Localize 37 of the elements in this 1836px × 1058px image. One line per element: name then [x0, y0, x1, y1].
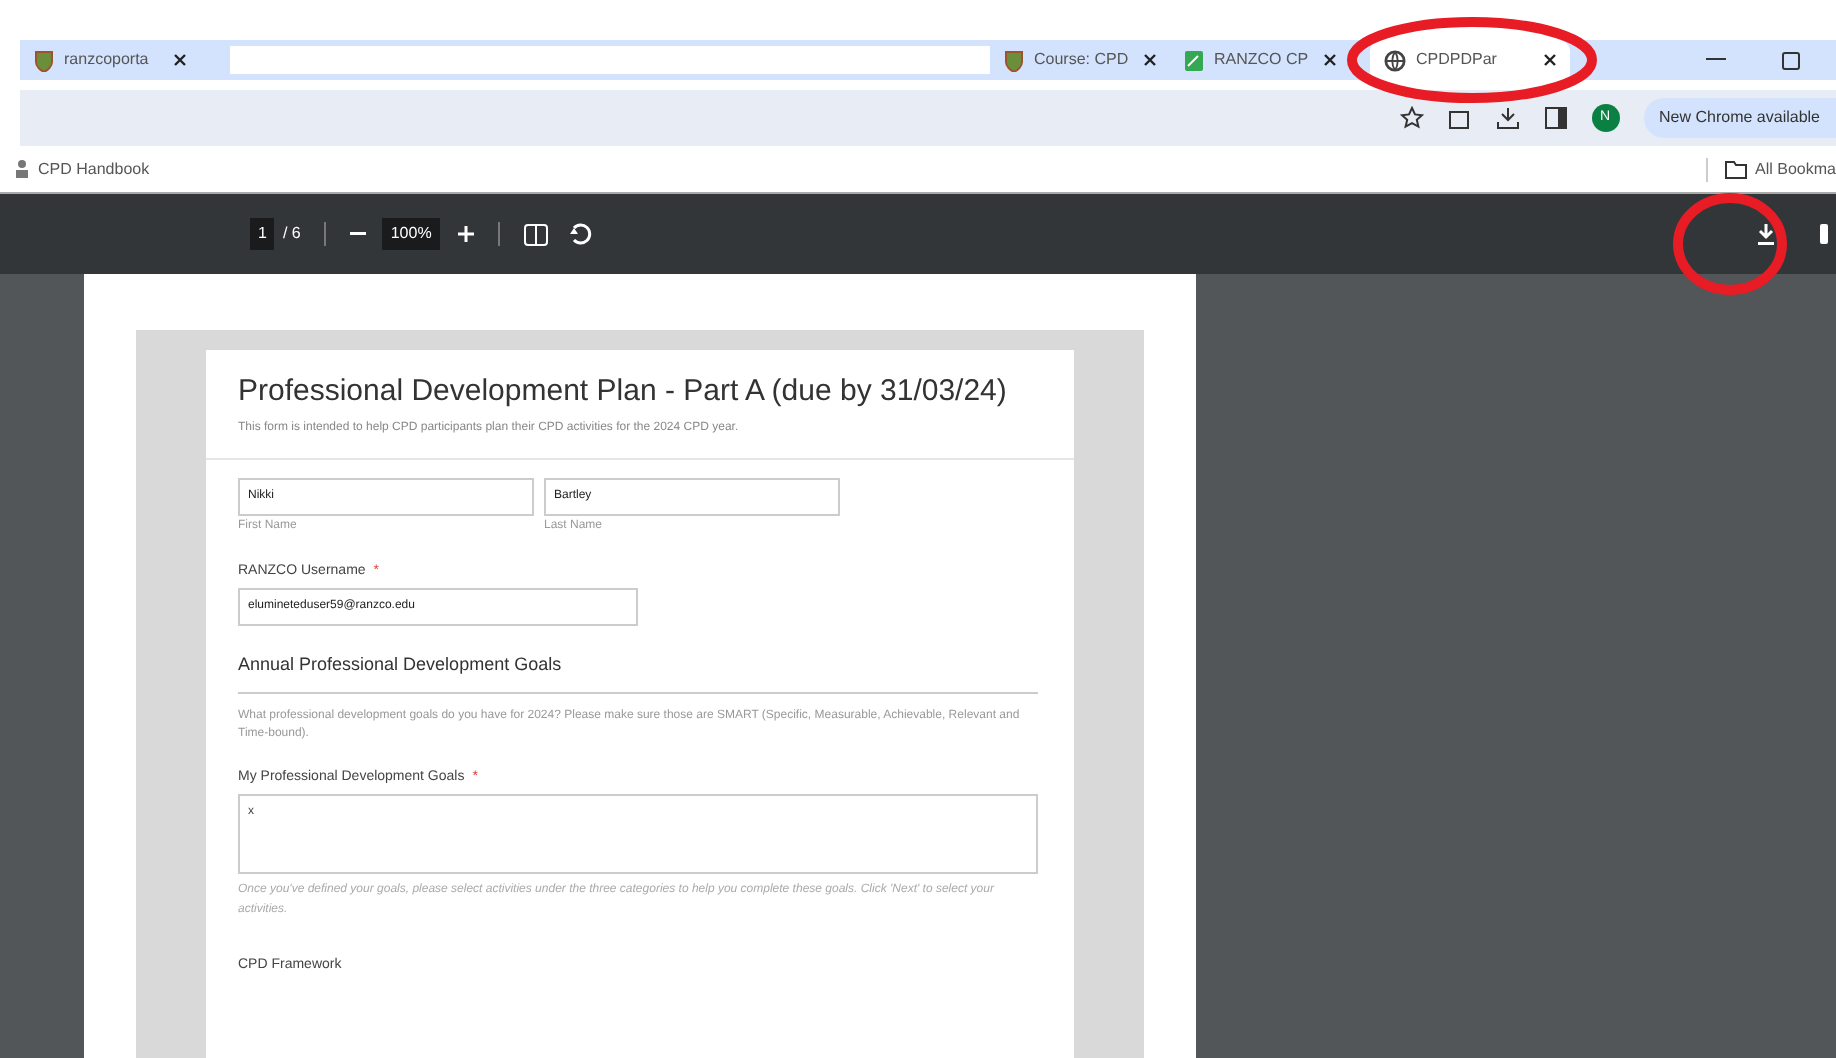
crest-icon [1004, 49, 1024, 71]
rotate-icon[interactable] [567, 222, 592, 246]
zoom-in-icon[interactable] [457, 226, 474, 242]
zoom-field[interactable]: 100% [382, 218, 440, 250]
highlight-ellipse [1672, 192, 1788, 296]
browser-tab[interactable]: Course: CPD [990, 40, 1170, 80]
close-icon[interactable] [174, 54, 186, 66]
crest-icon [34, 49, 54, 71]
tab-title: ranzcoporta [64, 48, 149, 72]
form-title: Professional Development Plan - Part A (due by 31/03/24) [238, 372, 1009, 412]
browser-tab[interactable]: CPDPDPar [1370, 40, 1570, 80]
close-icon[interactable] [1324, 54, 1336, 66]
globe-icon [1384, 49, 1406, 71]
page-number-field[interactable]: 1 [250, 218, 275, 250]
side-panel-icon[interactable] [1543, 106, 1568, 130]
restore-icon[interactable] [1782, 51, 1800, 69]
page-total: / 6 [282, 222, 301, 246]
browser-tab[interactable]: RANZCO CP [1170, 40, 1350, 80]
update-button[interactable]: New Chrome available [1643, 98, 1836, 138]
minimize-icon[interactable] [1706, 58, 1726, 62]
star-icon[interactable] [1399, 106, 1424, 130]
person-icon [16, 160, 28, 178]
address-field[interactable] [230, 46, 990, 74]
bookmark-item[interactable]: CPD Handbook [16, 157, 150, 181]
download-icon[interactable] [1495, 106, 1520, 130]
close-icon[interactable] [1144, 54, 1156, 66]
all-bookmarks-button[interactable]: All Bookma [1705, 157, 1836, 181]
section-title: Annual Professional Development Goals [238, 652, 1038, 693]
tab-title: Course: CPD [1034, 48, 1129, 72]
sheet-icon [1184, 49, 1204, 71]
folder-icon [1723, 159, 1748, 179]
download-icon[interactable] [1756, 222, 1776, 246]
browser-tab[interactable]: ranzcoporta [20, 40, 200, 80]
fit-page-icon[interactable] [523, 223, 548, 245]
close-icon[interactable] [1544, 54, 1556, 66]
tab-title: RANZCO CP [1214, 48, 1309, 72]
tab-title: CPDPDPar [1416, 48, 1497, 72]
